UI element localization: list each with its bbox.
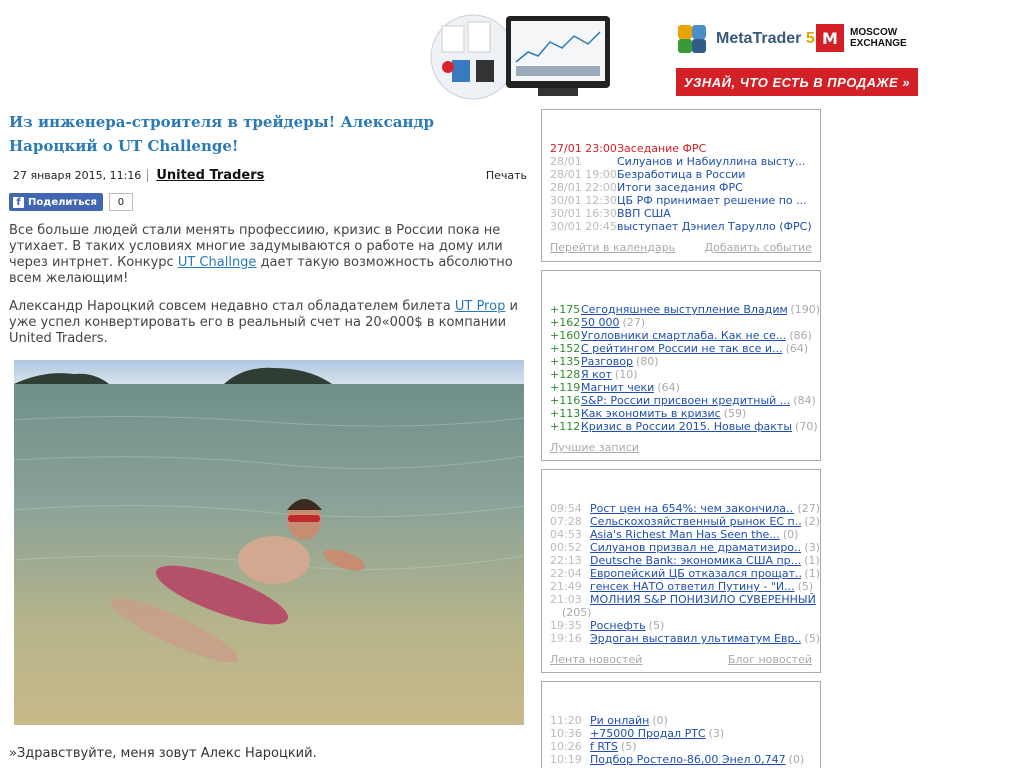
add-event-link[interactable]: Добавить событие	[705, 241, 812, 254]
ut-challenge-link[interactable]: UT Challnge	[178, 255, 257, 270]
top-post-item[interactable]: +175 Сегодняшнее выступление Владими... (1…	[550, 303, 820, 316]
sea-swimmer-photo	[14, 360, 524, 725]
top-post-item[interactable]: +113 Как экономить в кризис (59)	[550, 407, 820, 420]
moscow-exchange-icon: M	[816, 24, 844, 52]
calendar-event[interactable]: 27/01 23:00 Заседание ФРС	[550, 142, 820, 155]
author-link[interactable]: United Traders	[156, 168, 264, 183]
share-count: 0	[108, 193, 133, 211]
news-item[interactable]: 04:53 Asia's Richest Man Has Seen the...(…	[550, 528, 820, 541]
news-item-continuation: (205)	[562, 606, 592, 619]
terminal-ad-image[interactable]	[428, 12, 618, 102]
news-item[interactable]: 22:04 Европейский ЦБ отказался прощат...(…	[550, 567, 820, 580]
go-to-calendar-link[interactable]: Перейти в календарь	[550, 241, 675, 254]
news-footer: Лента новостей Блог новостей	[550, 653, 820, 666]
top-post-item[interactable]: +162 50 000 (27)	[550, 316, 820, 329]
article-paragraph-2: Александр Нароцкий совсем недавно стал о…	[9, 299, 518, 346]
metatrader-version: 5	[805, 30, 815, 47]
top-post-item[interactable]: +119 Магнит чеки (64)	[550, 381, 820, 394]
top-post-item[interactable]: +128 Я кот (10)	[550, 368, 820, 381]
feed-widget: 11:20 Ри онлайн (0) 10:36 +75000 Продал РТС…	[541, 681, 821, 768]
calendar-event[interactable]: 30/01 20:45 выступает Дэниел Тарулло (ФРС…	[550, 220, 820, 233]
calendar-widget: 27/01 23:00 Заседание ФРС 28/01 Силуанов и…	[541, 109, 821, 262]
article-meta: 27 января 2015, 11:16 United Traders Печ…	[9, 168, 527, 183]
news-item[interactable]: 19:16 Эрдоган выставил ультиматум Евр...(…	[550, 632, 820, 645]
news-item[interactable]: 21:49 генсек НАТО ответил Путину - "И...(…	[550, 580, 820, 593]
top-post-item[interactable]: +152 С рейтингом России не так все и... (6…	[550, 342, 820, 355]
top-post-item[interactable]: +112 Кризис в России 2015. Новые факты (70…	[550, 420, 820, 433]
calendar-footer: Перейти в календарь Добавить событие	[550, 241, 820, 254]
metatrader-logo: MetaTrader 5	[676, 22, 815, 56]
news-blog-link[interactable]: Блог новостей	[728, 653, 812, 666]
feed-item[interactable]: 10:26 f RTS (5)	[550, 740, 820, 753]
feed-item[interactable]: 10:36 +75000 Продал РТС (3)	[550, 727, 820, 740]
promo-button[interactable]: УЗНАЙ, ЧТО ЕСТЬ В ПРОДАЖЕ »	[676, 68, 918, 96]
share-label: Поделиться	[28, 196, 97, 208]
feed-item[interactable]: 10:19 Подбор Ростело-86,00 Энел 0,747 (0)	[550, 753, 820, 766]
moscow-exchange-logo: M MOSCOW EXCHANGE	[816, 24, 907, 52]
exchange-line-2: EXCHANGE	[850, 38, 907, 49]
calendar-event[interactable]: 28/01 22:00 Итоги заседания ФРС	[550, 181, 820, 194]
news-item[interactable]: 00:52 Силуанов призвал не драматизиро...(…	[550, 541, 820, 554]
calendar-event[interactable]: 30/01 16:30 ВВП США	[550, 207, 820, 220]
print-link[interactable]: Печать	[486, 169, 527, 182]
news-item[interactable]: 07:28 Сельскохозяйственный рынок ЕС п...(…	[550, 515, 820, 528]
article: Из инженера-строителя в трейдеры! Алекса…	[9, 110, 527, 761]
exchange-line-1: MOSCOW	[850, 27, 898, 38]
feed-item[interactable]: 11:20 Ри онлайн (0)	[550, 714, 820, 727]
metatrader-ad-banner[interactable]: MetaTrader 5 M MOSCOW EXCHANGE УЗНАЙ, ЧТ…	[676, 20, 918, 96]
top-posts-footer: Лучшие записи	[550, 441, 820, 454]
facebook-share-button[interactable]: f Поделиться	[9, 193, 103, 211]
news-item[interactable]: 21:03 МОЛНИЯ S&P ПОНИЗИЛО СУВЕРЕННЫЙ	[550, 593, 820, 606]
article-quote: »Здравствуйте, меня зовут Алекс Нароцкий…	[9, 746, 317, 761]
terminal-ad-graphic	[430, 14, 610, 100]
top-post-item[interactable]: +116 S&P: России присвоен кредитный ... (8…	[550, 394, 820, 407]
top-post-item[interactable]: +160 Уголовники смартлаба. Как не се... (8…	[550, 329, 820, 342]
ut-prop-link[interactable]: UT Prop	[455, 299, 505, 314]
top-posts-widget: +175 Сегодняшнее выступление Владими... (1…	[541, 270, 821, 461]
metatrader-icon	[676, 23, 712, 55]
share-bar: f Поделиться 0	[9, 193, 527, 211]
article-date: 27 января 2015, 11:16	[9, 169, 149, 182]
article-title[interactable]: Из инженера-строителя в трейдеры! Алекса…	[9, 110, 527, 158]
calendar-event[interactable]: 28/01 19:00 Безработица в России	[550, 168, 820, 181]
top-post-item[interactable]: +135 Разговор (80)	[550, 355, 820, 368]
calendar-event[interactable]: 28/01 Силуанов и Набиуллина высту...	[550, 155, 820, 168]
news-item[interactable]: 22:13 Deutsche Bank: экономика США пр...(…	[550, 554, 820, 567]
news-item[interactable]: 09:54 Рост цен на 654%: чем закончила...(…	[550, 502, 820, 515]
news-item[interactable]: 19:35 Роснефть (5)	[550, 619, 820, 632]
news-widget: 09:54 Рост цен на 654%: чем закончила...(…	[541, 469, 821, 673]
calendar-event[interactable]: 30/01 12:30 ЦБ РФ принимает решение по ..…	[550, 194, 820, 207]
news-feed-link[interactable]: Лента новостей	[550, 653, 642, 666]
best-posts-link[interactable]: Лучшие записи	[550, 441, 639, 454]
facebook-icon: f	[13, 196, 24, 208]
article-photo	[14, 360, 524, 725]
article-paragraph-1: Все больше людей стали менять профессиию…	[9, 223, 513, 286]
metatrader-label: MetaTrader	[716, 30, 802, 47]
